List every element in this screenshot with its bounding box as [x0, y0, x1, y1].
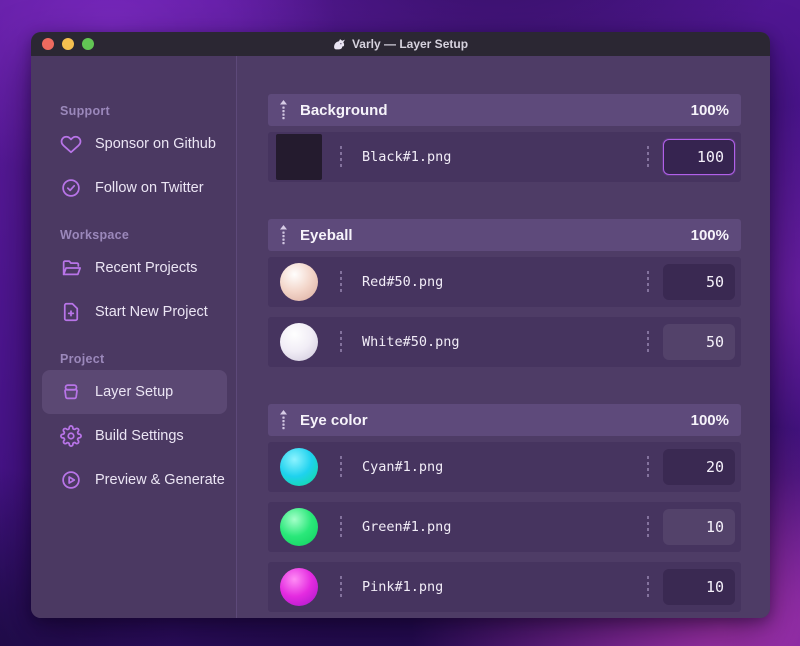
layer-filename: Green#1.png: [362, 519, 452, 535]
layer-filename: Cyan#1.png: [362, 459, 444, 475]
sidebar-section-support: Support Sponsor on Github Follow on Twit…: [31, 104, 236, 210]
layer-group-header[interactable]: Eyeball 100%: [268, 219, 741, 251]
layer-thumbnail: [280, 263, 318, 301]
layer-row-pink-1-png[interactable]: Pink#1.png: [268, 562, 741, 612]
gear-icon: [60, 425, 82, 447]
sidebar-section-label: Support: [60, 104, 111, 118]
divider-dashed: [340, 331, 342, 353]
unicorn-icon: [334, 38, 345, 49]
divider-dashed: [340, 271, 342, 293]
divider-dashed: [340, 146, 342, 168]
sidebar-item-sponsor-on-github[interactable]: Sponsor on Github: [42, 122, 227, 166]
layer-group-name: Eyeball: [300, 226, 353, 244]
window-title-text: Varly — Layer Setup: [351, 37, 469, 51]
window-body: Support Sponsor on Github Follow on Twit…: [31, 56, 770, 618]
app-window: Varly — Layer Setup Support Sponsor on G…: [31, 32, 770, 618]
titlebar[interactable]: Varly — Layer Setup: [31, 32, 770, 56]
sidebar-section-label: Project: [60, 352, 105, 366]
window-title: Varly — Layer Setup: [333, 37, 468, 51]
sidebar-item-label: Preview & Generate: [95, 472, 225, 488]
layer-group-opacity: 100%: [690, 101, 729, 119]
sidebar-item-label: Build Settings: [95, 428, 184, 444]
layer-row-white-50-png[interactable]: White#50.png: [268, 317, 741, 367]
layer-group-eyeball: Eyeball 100% Red#50.png White#50.png: [268, 219, 741, 367]
layer-group-eye-color: Eye color 100% Cyan#1.png Green#1.png Pi…: [268, 404, 741, 612]
layer-row-red-50-png[interactable]: Red#50.png: [268, 257, 741, 307]
divider-dashed: [340, 576, 342, 598]
layer-thumbnail: [280, 508, 318, 546]
drag-handle-icon[interactable]: [278, 410, 288, 430]
sidebar-item-label: Recent Projects: [95, 260, 198, 276]
sidebar-section-label: Workspace: [60, 228, 130, 242]
divider-dashed: [340, 456, 342, 478]
layer-thumbnail: [276, 134, 322, 180]
divider-dashed: [647, 516, 649, 538]
layer-setup-panel: Background 100% Black#1.png 100 Eyeball …: [237, 56, 770, 618]
heart-icon: [60, 133, 82, 155]
layer-group-opacity: 100%: [690, 411, 729, 429]
divider-dashed: [340, 516, 342, 538]
minimize-button[interactable]: [62, 38, 74, 50]
layer-row-black-1-png[interactable]: Black#1.png: [268, 132, 741, 182]
layer-row-cyan-1-png[interactable]: Cyan#1.png: [268, 442, 741, 492]
zoom-button[interactable]: [82, 38, 94, 50]
traffic-lights: [42, 32, 94, 56]
divider-dashed: [647, 456, 649, 478]
badge-check-icon: [60, 177, 82, 199]
layer-thumbnail: [280, 323, 318, 361]
layer-thumbnail: [280, 568, 318, 606]
layer-group-name: Eye color: [300, 411, 368, 429]
layer-row-green-1-png[interactable]: Green#1.png: [268, 502, 741, 552]
drag-handle-icon[interactable]: [278, 100, 288, 120]
layer-weight-input[interactable]: [663, 509, 735, 545]
sidebar-item-follow-on-twitter[interactable]: Follow on Twitter: [42, 166, 227, 210]
sidebar-item-build-settings[interactable]: Build Settings: [42, 414, 227, 458]
layer-filename: Red#50.png: [362, 274, 444, 290]
layer-thumbnail: [280, 448, 318, 486]
layer-filename: Pink#1.png: [362, 579, 444, 595]
layer-weight-input[interactable]: [663, 449, 735, 485]
archive-icon: [60, 381, 82, 403]
layer-group-header[interactable]: Background 100%: [268, 94, 741, 126]
sidebar-item-label: Sponsor on Github: [95, 136, 216, 152]
layer-weight-input[interactable]: [663, 139, 735, 175]
sidebar-item-preview-generate[interactable]: Preview & Generate: [42, 458, 227, 502]
divider-dashed: [647, 331, 649, 353]
layer-group-opacity: 100%: [690, 226, 729, 244]
folder-open-icon: [60, 257, 82, 279]
sidebar-item-label: Follow on Twitter: [95, 180, 204, 196]
layer-filename: White#50.png: [362, 334, 460, 350]
sidebar-item-start-new-project[interactable]: Start New Project: [42, 290, 227, 334]
layer-filename: Black#1.png: [362, 149, 452, 165]
divider-dashed: [647, 271, 649, 293]
play-circle-icon: [60, 469, 82, 491]
sidebar-item-layer-setup[interactable]: Layer Setup: [42, 370, 227, 414]
sidebar: Support Sponsor on Github Follow on Twit…: [31, 56, 237, 618]
sidebar-section-project: Project Layer Setup Build Settings Previ…: [31, 352, 236, 502]
sidebar-item-label: Start New Project: [95, 304, 208, 320]
divider-dashed: [647, 146, 649, 168]
sidebar-item-recent-projects[interactable]: Recent Projects: [42, 246, 227, 290]
layer-weight-input[interactable]: [663, 264, 735, 300]
layer-group-name: Background: [300, 101, 388, 119]
drag-handle-icon[interactable]: [278, 225, 288, 245]
layer-weight-input[interactable]: [663, 324, 735, 360]
layer-group-background: Background 100% Black#1.png: [268, 94, 741, 182]
file-plus-icon: [60, 301, 82, 323]
sidebar-section-workspace: Workspace Recent Projects Start New Proj…: [31, 228, 236, 334]
layer-group-header[interactable]: Eye color 100%: [268, 404, 741, 436]
sidebar-item-label: Layer Setup: [95, 384, 174, 400]
close-button[interactable]: [42, 38, 54, 50]
divider-dashed: [647, 576, 649, 598]
layer-weight-input[interactable]: [663, 569, 735, 605]
